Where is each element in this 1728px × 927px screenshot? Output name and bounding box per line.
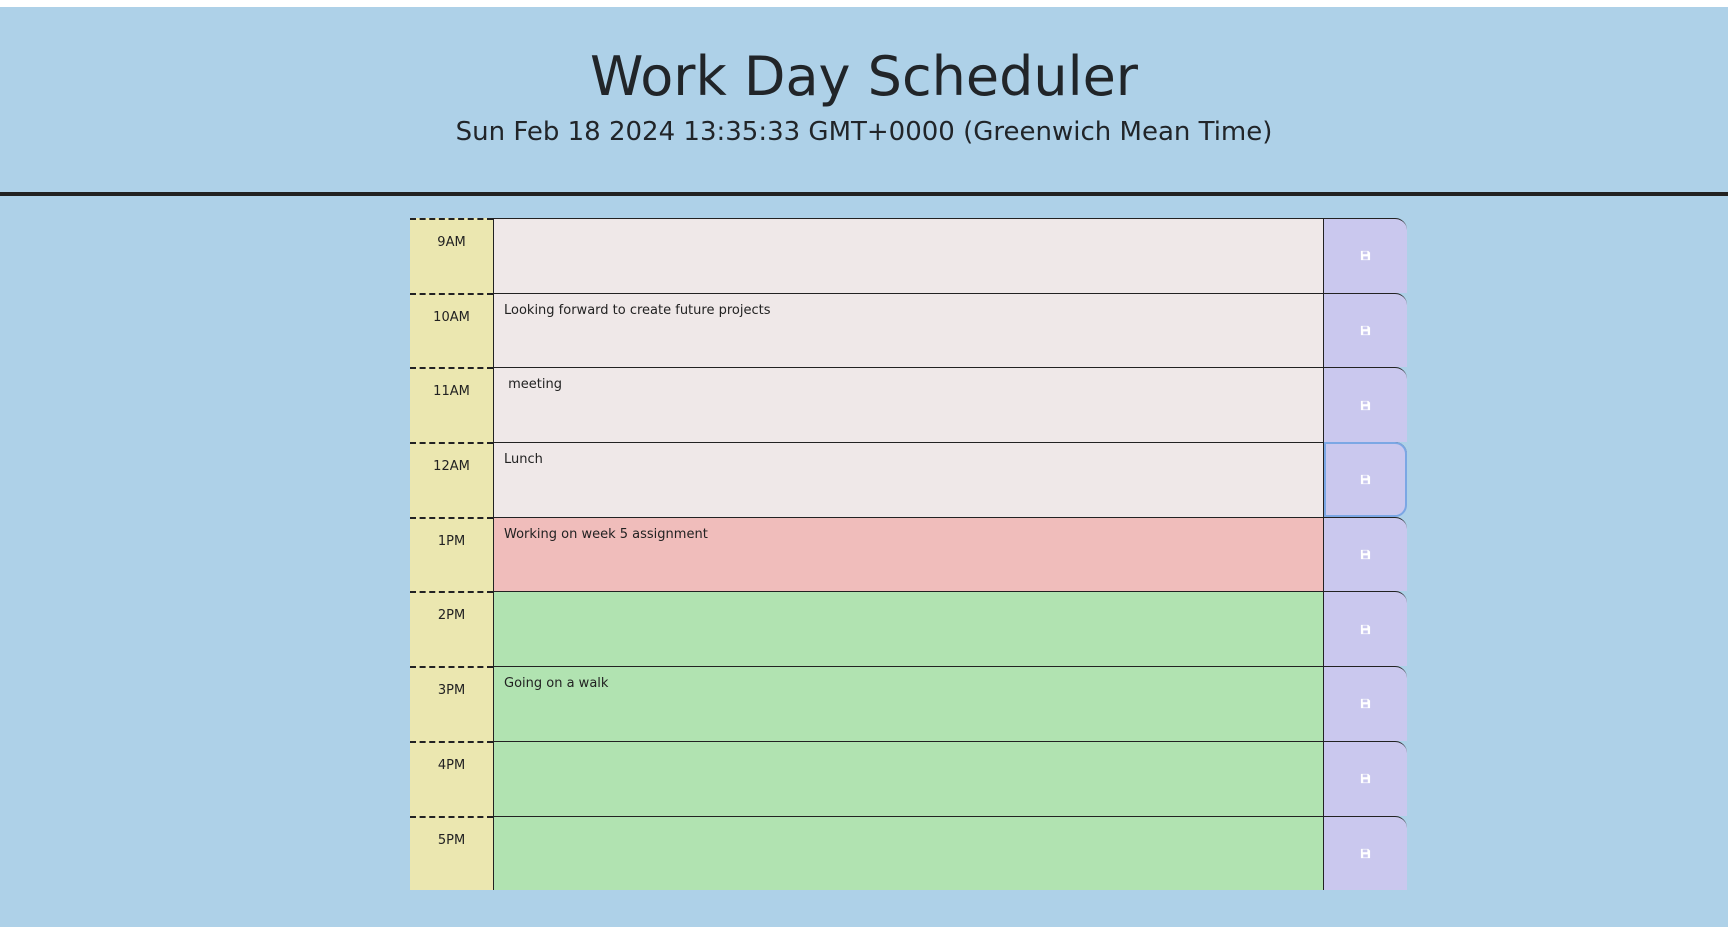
time-block: 11AM meeting bbox=[410, 367, 1407, 443]
hour-label: 11AM bbox=[410, 367, 493, 443]
save-button[interactable] bbox=[1324, 740, 1407, 816]
event-textarea[interactable]: Working on week 5 assignment bbox=[493, 516, 1324, 592]
save-button[interactable] bbox=[1324, 218, 1407, 293]
floppy-disk-icon bbox=[1360, 251, 1371, 261]
time-block: 10AM Looking forward to create future pr… bbox=[410, 292, 1407, 368]
floppy-disk-icon bbox=[1360, 325, 1371, 336]
floppy-disk-icon bbox=[1360, 699, 1371, 709]
floppy-disk-icon bbox=[1360, 774, 1371, 784]
page-background: Work Day Scheduler Sun Feb 18 2024 13:35… bbox=[0, 7, 1728, 927]
time-block: 12AM Lunch bbox=[410, 442, 1407, 517]
page-header: Work Day Scheduler Sun Feb 18 2024 13:35… bbox=[0, 7, 1728, 196]
hour-label: 3PM bbox=[410, 666, 493, 741]
hour-label: 9AM bbox=[410, 218, 493, 293]
time-block: 4PM bbox=[410, 740, 1407, 816]
hour-label: 5PM bbox=[410, 815, 493, 891]
hour-label: 12AM bbox=[410, 442, 493, 517]
event-textarea[interactable] bbox=[493, 218, 1324, 293]
current-date: Sun Feb 18 2024 13:35:33 GMT+0000 (Green… bbox=[455, 117, 1273, 147]
event-textarea[interactable] bbox=[493, 815, 1324, 891]
floppy-disk-icon bbox=[1360, 400, 1371, 410]
floppy-disk-icon bbox=[1360, 475, 1371, 485]
save-button[interactable] bbox=[1324, 516, 1407, 592]
floppy-disk-icon bbox=[1360, 624, 1371, 634]
save-button[interactable] bbox=[1324, 815, 1407, 891]
hour-label: 1PM bbox=[410, 516, 493, 592]
page-title: Work Day Scheduler bbox=[589, 45, 1139, 108]
time-block-list: 9AM 10AM Looking forward to create futur… bbox=[410, 218, 1407, 891]
event-textarea[interactable]: Looking forward to create future project… bbox=[493, 292, 1324, 368]
hour-label: 4PM bbox=[410, 740, 493, 816]
hour-label: 10AM bbox=[410, 292, 493, 368]
save-button[interactable] bbox=[1324, 666, 1407, 741]
time-block: 3PM Going on a walk bbox=[410, 666, 1407, 741]
event-textarea[interactable] bbox=[493, 740, 1324, 816]
event-textarea[interactable]: Going on a walk bbox=[493, 666, 1324, 741]
hour-label: 2PM bbox=[410, 591, 493, 667]
event-textarea[interactable]: Lunch bbox=[493, 442, 1324, 517]
save-button[interactable] bbox=[1324, 591, 1407, 667]
floppy-disk-icon bbox=[1360, 848, 1371, 858]
save-button[interactable] bbox=[1324, 367, 1407, 443]
time-block: 2PM bbox=[410, 591, 1407, 667]
event-textarea[interactable]: meeting bbox=[493, 367, 1324, 443]
save-button[interactable] bbox=[1324, 292, 1407, 368]
event-textarea[interactable] bbox=[493, 591, 1324, 667]
time-block: 9AM bbox=[410, 218, 1407, 293]
floppy-disk-icon bbox=[1360, 550, 1371, 560]
time-block: 1PM Working on week 5 assignment bbox=[410, 516, 1407, 592]
time-block: 5PM bbox=[410, 815, 1407, 891]
save-button[interactable] bbox=[1324, 442, 1407, 517]
